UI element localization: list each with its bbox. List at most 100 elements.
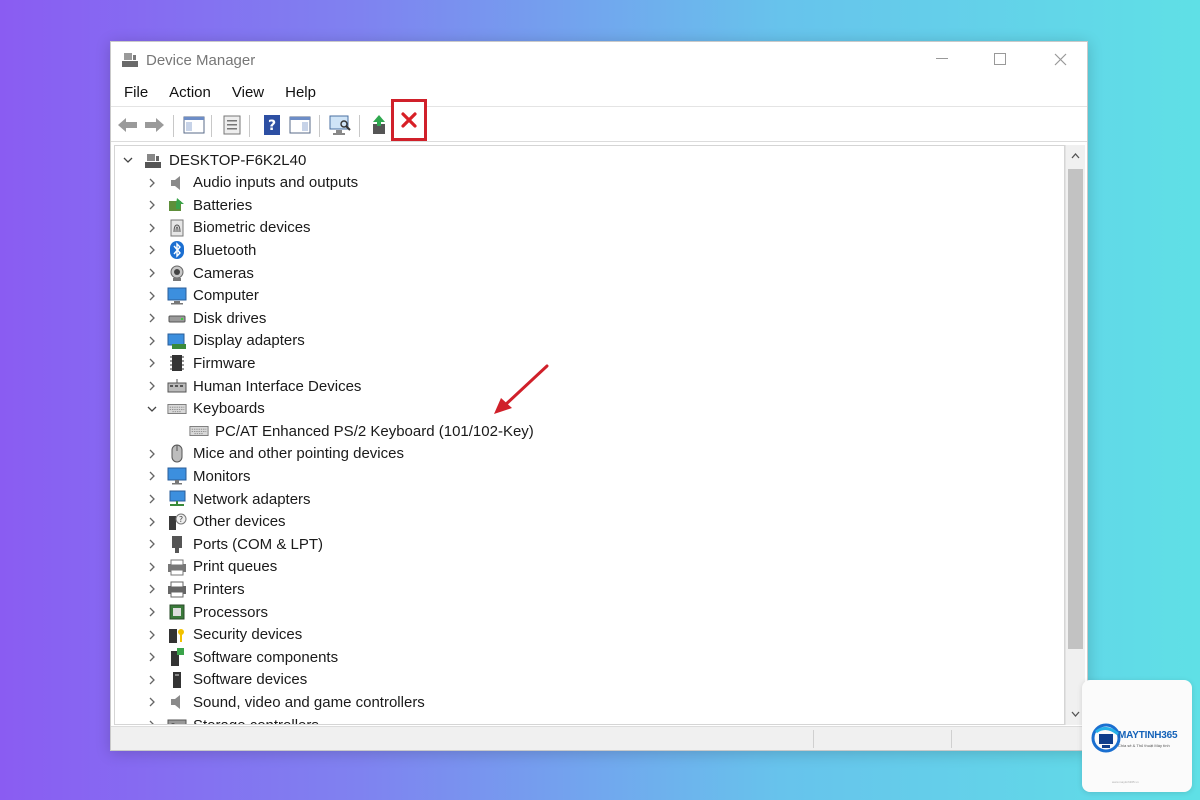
chevron-down-icon[interactable] xyxy=(121,153,135,167)
toolbar-separator xyxy=(319,115,320,137)
tree-category[interactable]: Computer xyxy=(145,285,259,307)
chevron-right-icon[interactable] xyxy=(145,537,159,551)
window-title: Device Manager xyxy=(146,52,256,69)
close-button[interactable] xyxy=(1037,44,1083,74)
tree-item-label: Biometric devices xyxy=(193,219,311,237)
uninstall-device-button[interactable] xyxy=(391,99,427,141)
bluetooth-icon xyxy=(167,240,187,260)
chevron-right-icon[interactable] xyxy=(145,492,159,506)
tree-category[interactable]: Printers xyxy=(145,578,245,600)
chevron-right-icon[interactable] xyxy=(145,356,159,370)
tree-category[interactable]: Display adapters xyxy=(145,330,305,352)
chevron-right-icon[interactable] xyxy=(145,447,159,461)
chevron-right-icon[interactable] xyxy=(145,515,159,529)
tree-item-label: Printers xyxy=(193,580,245,598)
properties-button[interactable] xyxy=(219,112,245,138)
annotation-arrow-icon xyxy=(494,364,549,414)
show-hide-console-tree-button[interactable] xyxy=(181,112,207,138)
toolbar-separator xyxy=(249,115,250,137)
chevron-right-icon[interactable] xyxy=(145,198,159,212)
chevron-right-icon[interactable] xyxy=(145,266,159,280)
chevron-right-icon[interactable] xyxy=(145,695,159,709)
help-button[interactable]: ? xyxy=(259,112,285,138)
back-button[interactable] xyxy=(115,112,141,138)
chevron-right-icon[interactable] xyxy=(145,628,159,642)
scan-hardware-button[interactable] xyxy=(327,112,353,138)
tree-category[interactable]: Print queues xyxy=(145,556,277,578)
hid-icon xyxy=(167,376,187,396)
chevron-right-icon[interactable] xyxy=(145,673,159,687)
chevron-right-icon[interactable] xyxy=(145,582,159,596)
chevron-right-icon[interactable] xyxy=(145,469,159,483)
maximize-icon xyxy=(994,53,1006,65)
tree-category[interactable]: ? Other devices xyxy=(145,511,286,533)
chevron-right-icon[interactable] xyxy=(145,650,159,664)
chevron-right-icon[interactable] xyxy=(145,221,159,235)
tree-item-label: Computer xyxy=(193,287,259,305)
chevron-right-icon[interactable] xyxy=(145,718,159,724)
chevron-right-icon[interactable] xyxy=(145,379,159,393)
processor-icon xyxy=(167,602,187,622)
show-action-pane-button[interactable] xyxy=(287,112,313,138)
tree-category[interactable]: Batteries xyxy=(145,194,252,216)
tree-item-label: Software components xyxy=(193,648,339,666)
chevron-right-icon[interactable] xyxy=(145,311,159,325)
toolbar-separator xyxy=(211,115,212,137)
tree-category[interactable]: Sound, video and game controllers xyxy=(145,691,425,713)
security-device-icon xyxy=(167,625,187,645)
minimize-button[interactable] xyxy=(919,44,965,74)
forward-button[interactable] xyxy=(141,112,167,138)
watermark-footer: www.maytinh365.vn xyxy=(1112,780,1139,784)
tree-category[interactable]: Monitors xyxy=(145,465,251,487)
status-divider xyxy=(951,730,952,748)
tree-category[interactable]: Disk drives xyxy=(145,307,266,329)
maximize-button[interactable] xyxy=(977,44,1023,74)
device-manager-app-icon xyxy=(121,50,139,73)
chevron-right-icon[interactable] xyxy=(145,243,159,257)
tree-category[interactable]: Security devices xyxy=(145,624,302,646)
tree-category[interactable]: Ports (COM & LPT) xyxy=(145,533,323,555)
tree-item-label: Software devices xyxy=(193,671,308,689)
menu-help[interactable]: Help xyxy=(274,80,326,106)
vertical-scrollbar[interactable] xyxy=(1065,145,1085,725)
tree-item-label: Batteries xyxy=(193,196,253,214)
camera-icon xyxy=(167,263,187,283)
chevron-down-icon xyxy=(1071,711,1080,717)
chevron-right-icon[interactable] xyxy=(145,334,159,348)
chevron-right-icon[interactable] xyxy=(145,289,159,303)
tree-category[interactable]: Human Interface Devices xyxy=(145,375,361,397)
menu-file[interactable]: File xyxy=(113,80,158,106)
tree-category[interactable]: Biometric devices xyxy=(145,217,311,239)
tree-category[interactable]: Processors xyxy=(145,601,268,623)
menu-action[interactable]: Action xyxy=(158,80,221,106)
tree-root[interactable]: DESKTOP-F6K2L40 xyxy=(121,149,306,171)
tree-category[interactable]: Network adapters xyxy=(145,488,311,510)
chevron-right-icon[interactable] xyxy=(145,176,159,190)
chevron-down-icon[interactable] xyxy=(145,402,159,416)
chevron-right-icon[interactable] xyxy=(145,560,159,574)
tree-category[interactable]: Cameras xyxy=(145,262,254,284)
tree-category[interactable]: Audio inputs and outputs xyxy=(145,172,358,194)
chevron-right-icon[interactable] xyxy=(145,605,159,619)
update-driver-button[interactable] xyxy=(367,112,393,138)
speaker-icon xyxy=(167,173,187,193)
scroll-up-button[interactable] xyxy=(1066,145,1085,167)
chevron-up-icon xyxy=(1071,153,1080,159)
toolbar-separator xyxy=(359,115,360,137)
tree-category[interactable]: Keyboards xyxy=(145,398,265,420)
tree-item-label: Audio inputs and outputs xyxy=(193,174,359,192)
storage-controller-icon xyxy=(167,715,187,724)
device-item[interactable]: PC/AT Enhanced PS/2 Keyboard (101/102-Ke… xyxy=(189,420,534,442)
tree-category[interactable]: Software components xyxy=(145,646,338,668)
tree-category[interactable]: Storage controllers xyxy=(145,714,319,724)
tree-category[interactable]: Firmware xyxy=(145,352,256,374)
uninstall-device-icon xyxy=(401,112,417,128)
tree-category[interactable]: Mice and other pointing devices xyxy=(145,443,404,465)
tree-item-label: Security devices xyxy=(193,626,303,644)
scroll-thumb[interactable] xyxy=(1068,169,1083,649)
minimize-icon xyxy=(936,58,948,59)
menu-view[interactable]: View xyxy=(221,80,274,106)
tree-category[interactable]: Bluetooth xyxy=(145,239,256,261)
watermark-name: MAYTINH365 xyxy=(1118,730,1178,741)
tree-category[interactable]: Software devices xyxy=(145,669,307,691)
